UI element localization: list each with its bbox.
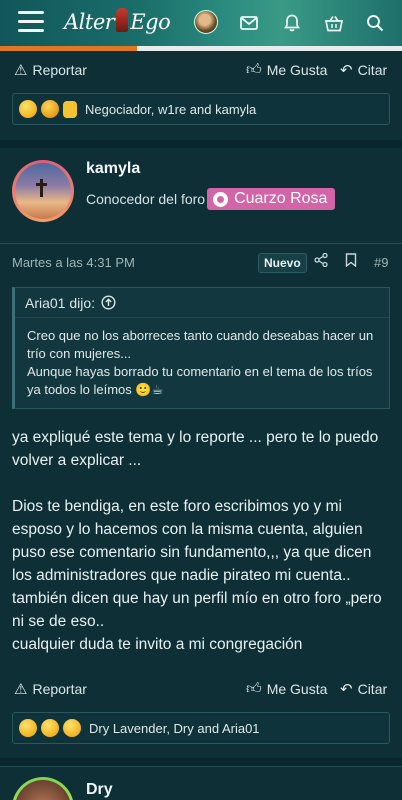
warning-icon: ⚠ [14, 681, 28, 698]
chess-knight-icon [116, 8, 129, 32]
thinking-emoji-icon [19, 100, 37, 118]
post-body: ya expliqué este tema y lo reporte ... p… [12, 426, 392, 656]
quote-label: Citar [357, 62, 388, 78]
post-actions: ⚠ Reportar 👍︎ Me Gusta ↶ Citar [0, 675, 402, 703]
post-body-paragraph: Dios te bendiga, en este foro escribimos… [12, 498, 382, 630]
post-meta: Martes a las 4:31 PM Nuevo #9 [12, 251, 392, 275]
reading-progress-bar [0, 46, 402, 51]
post-user-block: kamyla Conocedor del foro Cuarzo Rosa [0, 148, 402, 244]
quote-line-2: Aunque hayas borrado tu comentario en el… [27, 364, 373, 397]
post-body-paragraph: ya expliqué este tema y lo reporte ... p… [12, 429, 379, 469]
quote-button[interactable]: ↶ Citar [340, 61, 387, 79]
post-date[interactable]: Martes a las 4:31 PM [12, 255, 135, 270]
thumbs-up-emoji-icon [63, 100, 77, 118]
report-label: Reportar [32, 62, 87, 78]
sweat-smile-emoji-icon [63, 719, 81, 737]
like-label: Me Gusta [266, 62, 328, 78]
logo-text-right: Ego [130, 10, 171, 34]
report-button[interactable]: ⚠ Reportar [14, 680, 87, 698]
rofl-emoji-icon [41, 719, 59, 737]
reactions-bar[interactable]: Negociador, w1re and kamyla [12, 93, 390, 125]
quote-label: Citar [357, 681, 388, 697]
basket-icon[interactable] [323, 12, 345, 34]
like-button[interactable]: 👍︎ Me Gusta [246, 680, 327, 698]
avatar[interactable] [194, 10, 218, 34]
badge-label: Cuarzo Rosa [234, 190, 328, 207]
user-avatar[interactable] [12, 160, 74, 222]
post-separator [0, 758, 402, 766]
unamused-emoji-icon [19, 719, 37, 737]
quote-line-1: Creo que no los aborreces tanto cuando d… [27, 328, 374, 361]
mail-icon[interactable] [238, 12, 260, 34]
new-badge: Nuevo [258, 253, 307, 273]
share-icon[interactable] [314, 252, 328, 271]
report-label: Reportar [32, 681, 87, 697]
like-button[interactable]: 👍︎ Me Gusta [246, 61, 327, 79]
user-avatar[interactable] [12, 777, 74, 800]
user-title: Conocedor del foro Cuarzo Rosa [86, 188, 336, 210]
bookmark-icon[interactable] [345, 253, 357, 271]
bell-icon[interactable] [281, 12, 303, 34]
like-label: Me Gusta [266, 681, 328, 697]
logo-text-left: Alter [64, 10, 115, 34]
quote-author: Aria01 dijo: [25, 294, 96, 311]
username[interactable]: kamyla [86, 160, 140, 178]
reactions-text: Negociador, w1re and kamyla [85, 101, 257, 117]
arrow-up-circle-icon[interactable] [101, 295, 116, 310]
reply-arrow-icon: ↶ [340, 62, 353, 79]
user-title-text: Conocedor del foro [86, 191, 206, 207]
reactions-text: Dry Lavender, Dry and Aria01 [89, 720, 260, 736]
badge-ring-icon [213, 191, 229, 207]
top-header: Alter Ego [0, 0, 402, 51]
rank-badge: Cuarzo Rosa [207, 188, 336, 210]
report-button[interactable]: ⚠ Reportar [14, 61, 87, 79]
next-post-user-block: Dry [0, 766, 402, 800]
reply-arrow-icon: ↶ [340, 681, 353, 698]
star-struck-emoji-icon [41, 100, 59, 118]
post-number[interactable]: #9 [374, 255, 388, 270]
post-separator [0, 140, 402, 148]
search-icon[interactable] [364, 12, 386, 34]
quote-header[interactable]: Aria01 dijo: [15, 288, 389, 318]
menu-icon[interactable] [18, 11, 44, 33]
reading-progress-fill [0, 46, 137, 51]
site-logo[interactable]: Alter Ego [64, 8, 171, 34]
quote-body: Creo que no los aborreces tanto cuando d… [15, 318, 389, 408]
quote-block: Aria01 dijo: Creo que no los aborreces t… [12, 287, 390, 409]
reactions-bar[interactable]: Dry Lavender, Dry and Aria01 [12, 712, 390, 744]
quote-button[interactable]: ↶ Citar [340, 680, 387, 698]
username[interactable]: Dry [86, 781, 113, 799]
thumbs-up-icon: 👍︎ [246, 680, 262, 697]
previous-post-actions: ⚠ Reportar 👍︎ Me Gusta ↶ Citar [0, 56, 402, 84]
thumbs-up-icon: 👍︎ [246, 61, 262, 78]
post-body-paragraph: cualquier duda te invito a mi congregaci… [12, 636, 303, 653]
warning-icon: ⚠ [14, 62, 28, 79]
